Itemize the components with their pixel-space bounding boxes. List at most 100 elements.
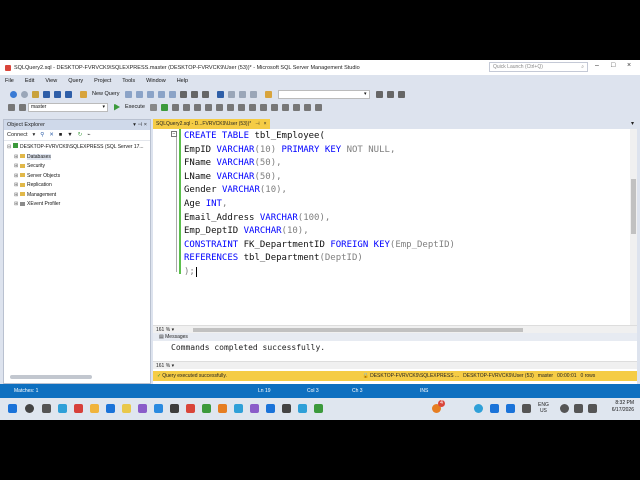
comment-icon[interactable]: [270, 103, 278, 111]
store-icon[interactable]: [106, 404, 115, 413]
open-file-icon[interactable]: [43, 90, 50, 98]
code-line[interactable]: Gender VARCHAR(10),: [184, 184, 455, 198]
pin-icon[interactable]: ⊣: [255, 121, 259, 127]
refresh-icon[interactable]: ↻: [78, 132, 83, 138]
save-all-icon[interactable]: [65, 90, 72, 98]
volume-icon[interactable]: [574, 404, 583, 413]
paste-icon[interactable]: [201, 90, 209, 98]
task-view-icon[interactable]: [42, 404, 51, 413]
dmx-icon[interactable]: [146, 90, 154, 98]
chevron-down-icon[interactable]: ▾: [33, 132, 36, 138]
forward-icon[interactable]: [21, 90, 28, 98]
close-icon[interactable]: ×: [144, 122, 147, 128]
uncomment-icon[interactable]: [281, 103, 289, 111]
menu-window[interactable]: Window: [146, 78, 166, 84]
find-combobox[interactable]: ▾: [277, 89, 370, 99]
plug-icon[interactable]: ⚲: [40, 132, 44, 138]
app-icon[interactable]: [298, 404, 307, 413]
close-icon[interactable]: ×: [627, 62, 631, 69]
intellisense-icon[interactable]: [193, 103, 201, 111]
battery-icon[interactable]: [588, 404, 597, 413]
tree-node-xevent-profiler[interactable]: ⊞ XEvent Profiler: [7, 200, 147, 210]
query-editor[interactable]: − CREATE TABLE tbl_Employee(EmpID VARCHA…: [153, 129, 637, 384]
menu-project[interactable]: Project: [94, 78, 111, 84]
chevron-down-icon[interactable]: ▾: [172, 363, 175, 369]
db-query-icon[interactable]: [124, 90, 132, 98]
tree-node-replication[interactable]: ⊞ Replication: [7, 181, 147, 191]
execute-icon[interactable]: [114, 103, 120, 111]
code-line[interactable]: Age INT,: [184, 198, 455, 212]
specify-values-icon[interactable]: [314, 103, 322, 111]
tab-sqlquery2[interactable]: SQLQuery2.sql - D...FVRVCK9\User (53))* …: [153, 119, 270, 129]
horizontal-scrollbar[interactable]: [193, 328, 523, 332]
new-query-icon[interactable]: [80, 90, 87, 98]
vertical-scrollbar[interactable]: [630, 129, 637, 325]
menu-help[interactable]: Help: [177, 78, 188, 84]
app-icon[interactable]: [202, 404, 211, 413]
debug-icon[interactable]: [249, 90, 257, 98]
menu-query[interactable]: Query: [68, 78, 83, 84]
maximize-icon[interactable]: □: [611, 62, 615, 69]
outdent-icon[interactable]: [292, 103, 300, 111]
new-query-button[interactable]: New Query: [92, 91, 120, 97]
code-line[interactable]: Emp_DeptID VARCHAR(10),: [184, 225, 455, 239]
undo-icon[interactable]: [216, 90, 224, 98]
tools-icon[interactable]: [375, 90, 383, 98]
database-select[interactable]: master ▾: [28, 102, 108, 112]
app-icon[interactable]: [250, 404, 259, 413]
results-grid-icon[interactable]: [248, 103, 256, 111]
menu-view[interactable]: View: [45, 78, 57, 84]
new-file-icon[interactable]: [32, 90, 39, 98]
brave-icon[interactable]: [186, 404, 195, 413]
vscode-icon[interactable]: [154, 404, 163, 413]
code-line[interactable]: );: [184, 266, 455, 280]
extensions-icon[interactable]: [386, 90, 394, 98]
wifi-icon[interactable]: [560, 404, 569, 413]
xmla-icon[interactable]: [157, 90, 165, 98]
execute-button[interactable]: Execute: [125, 104, 145, 110]
app-icon[interactable]: [218, 404, 227, 413]
code-line[interactable]: CREATE TABLE tbl_Employee(: [184, 130, 455, 144]
save-icon[interactable]: [54, 90, 61, 98]
find-icon[interactable]: [264, 90, 272, 98]
menu-tools[interactable]: Tools: [122, 78, 135, 84]
app-icon[interactable]: [266, 404, 275, 413]
chevron-up-icon[interactable]: [522, 404, 531, 413]
change-connection-icon[interactable]: [19, 103, 26, 111]
filter-icon[interactable]: ▼: [67, 132, 72, 138]
menu-file[interactable]: File: [5, 78, 14, 84]
file-explorer-icon[interactable]: [90, 404, 99, 413]
language-indicator[interactable]: ENG US: [538, 402, 549, 414]
tree-node-databases[interactable]: ⊞ Databases: [7, 153, 147, 163]
tree-node-management[interactable]: ⊞ Management: [7, 191, 147, 201]
ssms-icon[interactable]: [122, 404, 131, 413]
chevron-down-icon[interactable]: ▾: [631, 120, 634, 127]
client-stats-icon[interactable]: [226, 103, 234, 111]
parse-icon[interactable]: [160, 103, 168, 111]
tree-node-security[interactable]: ⊞ Security: [7, 162, 147, 172]
code-line[interactable]: FName VARCHAR(50),: [184, 157, 455, 171]
redo-icon[interactable]: [227, 90, 235, 98]
code-line[interactable]: REFERENCES tbl_Department(DeptID): [184, 252, 455, 266]
start-icon[interactable]: [8, 404, 17, 413]
results-file-icon[interactable]: [259, 103, 267, 111]
minimize-icon[interactable]: –: [595, 62, 599, 69]
disconnect-icon[interactable]: ✕: [49, 132, 54, 138]
navigate-icon[interactable]: [238, 90, 246, 98]
code-line[interactable]: LName VARCHAR(50),: [184, 171, 455, 185]
edge-icon[interactable]: [58, 404, 67, 413]
menu-edit[interactable]: Edit: [25, 78, 34, 84]
messages-zoom-level[interactable]: 161 %: [156, 363, 170, 369]
stop-icon[interactable]: ■: [59, 132, 62, 138]
connect-button[interactable]: Connect: [7, 132, 28, 138]
layout-icon[interactable]: [397, 90, 405, 98]
tray-icon[interactable]: [490, 404, 499, 413]
app-icon[interactable]: [314, 404, 323, 413]
indent-icon[interactable]: [303, 103, 311, 111]
estimated-plan-icon[interactable]: [171, 103, 179, 111]
code-line[interactable]: CONSTRAINT FK_DepartmentID FOREIGN KEY(E…: [184, 239, 455, 253]
cut-icon[interactable]: [179, 90, 187, 98]
app-icon[interactable]: [282, 404, 291, 413]
tray-icon[interactable]: [474, 404, 483, 413]
activity-icon[interactable]: ⌁: [87, 132, 90, 138]
